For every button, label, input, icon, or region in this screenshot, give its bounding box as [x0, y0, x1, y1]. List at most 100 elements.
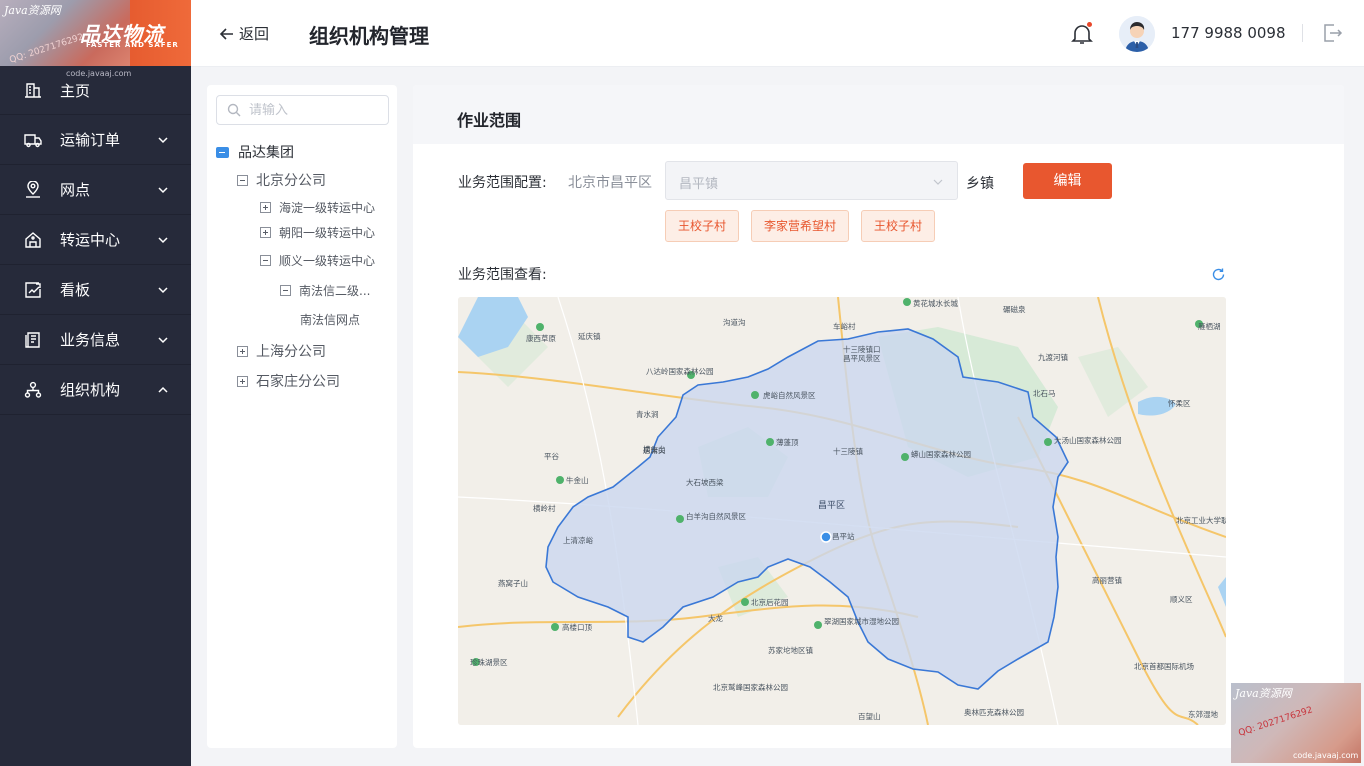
location-pin-icon [24, 180, 42, 199]
watermark-title: Java资源网 [4, 4, 61, 17]
sidebar-item-home[interactable]: 主页 [0, 66, 191, 115]
tree-node-nanfaxin-outlet[interactable]: 南法信网点 [300, 311, 360, 328]
avatar[interactable] [1119, 16, 1155, 52]
chevron-down-icon [158, 186, 168, 193]
header-divider [1302, 24, 1303, 42]
svg-text:大石坡西梁: 大石坡西梁 [686, 477, 724, 487]
chevron-down-icon [933, 179, 943, 185]
svg-text:燕窝子山: 燕窝子山 [498, 578, 528, 588]
sidebar-item-transfer-center[interactable]: 转运中心 [0, 215, 191, 265]
village-tag[interactable]: 王校子村 [861, 210, 936, 242]
tree-node-haidian[interactable]: 海淀一级转运中心 [260, 199, 375, 216]
svg-text:康西草原: 康西草原 [526, 333, 556, 343]
svg-text:横岭村: 横岭村 [533, 503, 556, 513]
tree-node-shijiazhuang[interactable]: 石家庄分公司 [237, 371, 340, 391]
warehouse-icon [24, 231, 42, 249]
notification-dot [1087, 22, 1092, 27]
town-unit: 乡镇 [966, 176, 994, 192]
svg-text:车峪村: 车峪村 [833, 321, 856, 331]
svg-text:薄蓬顶: 薄蓬顶 [776, 437, 799, 447]
home-icon [24, 81, 42, 99]
svg-text:翠湖国家城市湿地公园: 翠湖国家城市湿地公园 [824, 616, 899, 626]
svg-text:上清凉峪: 上清凉峪 [563, 535, 593, 545]
tree-node-shunyi[interactable]: 顺义一级转运中心 [260, 252, 375, 269]
svg-text:十三陵镇口: 十三陵镇口 [843, 344, 881, 354]
svg-text:碾磁泉: 碾磁泉 [1003, 304, 1026, 314]
brand-tagline: FASTER AND SAFER [86, 41, 179, 49]
tree-search[interactable] [216, 95, 389, 125]
sidebar-nav: 主页 运输订单 网点 转运中心 看板 业务信息 组织机构 [0, 66, 191, 415]
chevron-down-icon [158, 236, 168, 243]
village-tag[interactable]: 李家营希望村 [751, 210, 850, 242]
document-icon [24, 331, 42, 349]
sidebar: Java资源网 QQ: 2027176292 品达物流 FASTER AND S… [0, 0, 191, 766]
collapse-icon[interactable] [237, 174, 248, 186]
panel-header: 作业范围 [413, 85, 1344, 144]
back-button[interactable]: 返回 [219, 23, 269, 44]
svg-text:北石马: 北石马 [1033, 389, 1056, 398]
tree-node-beijing[interactable]: 北京分公司 [237, 170, 326, 190]
tree-node-root[interactable]: 品达集团 [216, 142, 294, 162]
svg-text:八达岭国家森林公园: 八达岭国家森林公园 [646, 366, 714, 376]
svg-text:黄花城水长城: 黄花城水长城 [913, 298, 958, 308]
sidebar-item-transport-orders[interactable]: 运输订单 [0, 115, 191, 165]
district-map[interactable]: 黄花城水长城 碾磁泉 康西草原 延庆镇 沟道沟 车峪村 十三陵镇口 昌平风景区 … [458, 297, 1226, 725]
tree-node-chaoyang[interactable]: 朝阳一级转运中心 [260, 224, 375, 241]
org-chart-icon [24, 381, 42, 399]
tree-node-shanghai[interactable]: 上海分公司 [237, 341, 326, 361]
expand-icon[interactable] [260, 202, 271, 213]
svg-text:奥林匹克森林公园: 奥林匹克森林公园 [964, 707, 1024, 717]
notification-bell-icon[interactable] [1071, 22, 1093, 46]
tree-node-nanfaxin-second[interactable]: 南法信二级... [280, 282, 370, 299]
svg-text:北京后花园: 北京后花园 [751, 597, 789, 607]
svg-text:怀柔区: 怀柔区 [1168, 398, 1191, 408]
chevron-up-icon [158, 386, 168, 393]
svg-text:雁栖湖: 雁栖湖 [1198, 321, 1221, 331]
sidebar-item-label: 看板 [60, 281, 91, 299]
svg-text:东郊湿地: 东郊湿地 [1188, 709, 1218, 719]
svg-text:北京工业大学耿丹学院: 北京工业大学耿丹学院 [1176, 515, 1226, 525]
svg-text:大汤山国家森林公园: 大汤山国家森林公园 [1054, 435, 1122, 445]
user-phone: 177 9988 0098 [1171, 24, 1286, 42]
watermark-qq: QQ: 2027176292 [1237, 705, 1314, 739]
collapse-icon[interactable] [216, 146, 229, 158]
sidebar-item-label: 业务信息 [60, 331, 121, 349]
svg-text:珍珠湖景区: 珍珠湖景区 [470, 657, 508, 667]
truck-icon [24, 131, 42, 149]
scope-panel: 作业范围 业务范围配置: 北京市昌平区 昌平镇 乡镇 编辑 王校子村 李家营希望… [413, 85, 1344, 748]
svg-text:平谷: 平谷 [544, 452, 559, 461]
svg-text:百望山: 百望山 [858, 711, 881, 721]
svg-text:青水涧: 青水涧 [636, 409, 659, 419]
refresh-icon[interactable] [1211, 267, 1226, 282]
collapse-icon[interactable] [260, 255, 271, 266]
logout-icon[interactable] [1321, 22, 1343, 44]
search-input[interactable] [249, 102, 379, 118]
watermark-badge: Java资源网 QQ: 2027176292 code.javaaj.com [1231, 683, 1361, 763]
map-view[interactable]: 黄花城水长城 碾磁泉 康西草原 延庆镇 沟道沟 车峪村 十三陵镇口 昌平风景区 … [458, 297, 1226, 725]
org-tree-panel: 品达集团 北京分公司 海淀一级转运中心 朝阳一级转运中心 顺义一级转运中心 南法… [207, 85, 397, 748]
svg-text:大龙: 大龙 [708, 613, 723, 623]
svg-text:高楼口顶: 高楼口顶 [562, 622, 592, 632]
sidebar-item-outlets[interactable]: 网点 [0, 165, 191, 215]
edit-button[interactable]: 编辑 [1023, 163, 1112, 199]
sidebar-item-dashboard[interactable]: 看板 [0, 265, 191, 315]
svg-text:白羊沟自然风景区: 白羊沟自然风景区 [686, 511, 746, 521]
page-title: 组织机构管理 [309, 24, 429, 48]
svg-text:北京鹫峰国家森林公园: 北京鹫峰国家森林公园 [713, 682, 788, 692]
expand-icon[interactable] [237, 345, 248, 357]
expand-icon[interactable] [260, 227, 271, 238]
svg-text:牛金山: 牛金山 [566, 475, 589, 485]
sidebar-item-label: 主页 [60, 81, 91, 100]
sidebar-item-business-info[interactable]: 业务信息 [0, 315, 191, 365]
town-select-value: 昌平镇 [679, 177, 719, 192]
collapse-icon[interactable] [280, 285, 291, 296]
view-label: 业务范围查看: [458, 267, 547, 283]
chevron-down-icon [158, 136, 168, 143]
brand-logo[interactable]: Java资源网 QQ: 2027176292 品达物流 FASTER AND S… [0, 0, 191, 66]
svg-text:九渡河镇: 九渡河镇 [1038, 352, 1068, 362]
sidebar-item-label: 转运中心 [60, 231, 121, 249]
town-select[interactable]: 昌平镇 [665, 161, 958, 200]
village-tag[interactable]: 王校子村 [665, 210, 740, 242]
expand-icon[interactable] [237, 375, 248, 387]
sidebar-item-organization[interactable]: 组织机构 [0, 365, 191, 415]
